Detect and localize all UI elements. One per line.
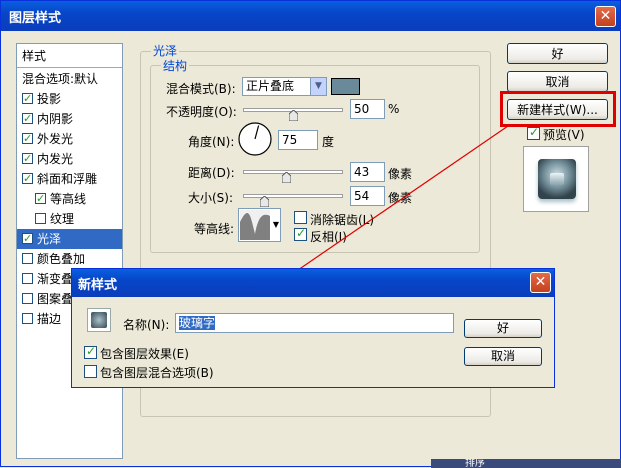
include-blending-label: 包含图层混合选项(B) (100, 366, 214, 380)
annotation-arrow (220, 125, 509, 323)
dialog-title-bar: 新样式 ✕ (72, 269, 554, 297)
dialog-title: 新样式 (78, 278, 118, 293)
include-effects-checkbox[interactable] (84, 344, 97, 359)
include-effects-label: 包含图层效果(E) (100, 347, 189, 361)
dialog-close-icon[interactable]: ✕ (530, 272, 551, 293)
name-input-selected-text: 玻璃字 (179, 316, 216, 330)
new-style-thumbnail-swatch (91, 312, 107, 328)
dialog-cancel-button[interactable]: 取消 (464, 347, 542, 366)
new-style-dialog: 新样式 ✕ 名称(N): 玻璃字 好 取消 包含图层效果(E) 包含图层混合选项… (71, 268, 555, 388)
name-input[interactable]: 玻璃字 (175, 313, 454, 333)
new-style-thumbnail (87, 308, 111, 332)
include-blending-checkbox[interactable] (84, 365, 97, 378)
dialog-ok-button[interactable]: 好 (464, 319, 542, 338)
name-label: 名称(N): (123, 318, 170, 332)
